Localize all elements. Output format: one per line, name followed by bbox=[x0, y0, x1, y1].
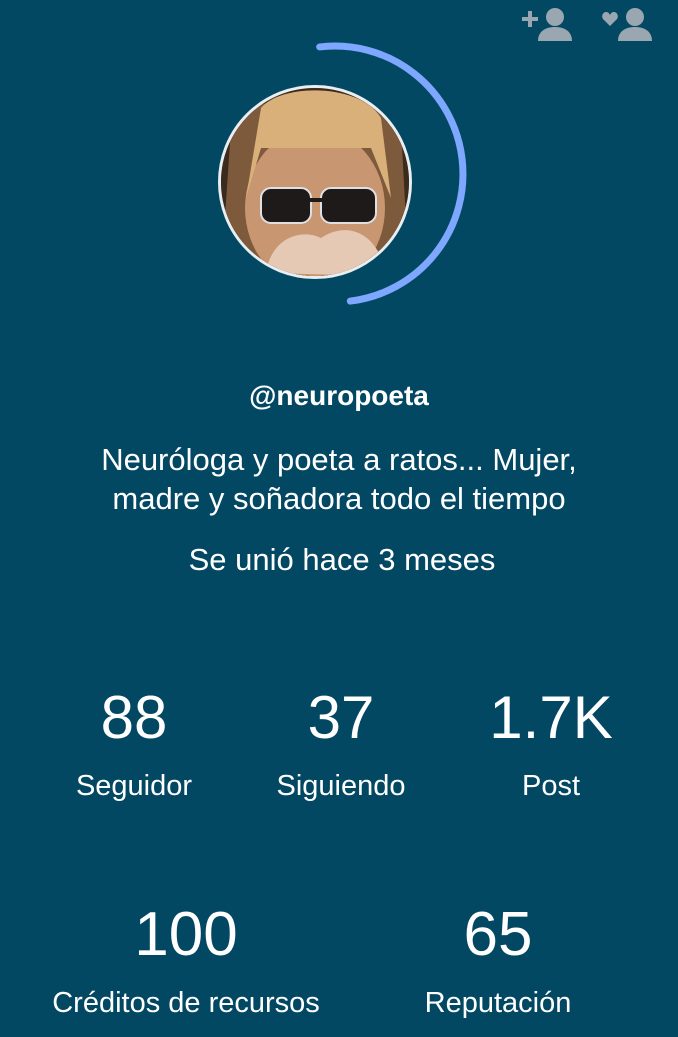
stat-posts[interactable]: 1.7K Post bbox=[456, 686, 646, 803]
bio-line: Neuróloga y poeta a ratos... Mujer, bbox=[101, 442, 577, 477]
add-user-icon bbox=[522, 8, 572, 41]
stat-value: 65 bbox=[463, 900, 533, 969]
follow-button[interactable] bbox=[522, 6, 574, 42]
stat-label: Créditos de recursos bbox=[52, 987, 320, 1019]
stat-label: Seguidor bbox=[75, 770, 193, 802]
join-date: Se unió hace 3 meses bbox=[188, 542, 496, 577]
stat-label: Reputación bbox=[424, 987, 572, 1019]
avatar[interactable] bbox=[218, 85, 412, 279]
bio: Neuróloga y poeta a ratos... Mujer, madr… bbox=[40, 440, 638, 518]
username: @neuropoeta bbox=[249, 380, 429, 411]
stat-label: Siguiendo bbox=[276, 770, 406, 802]
bio-line: madre y soñadora todo el tiempo bbox=[112, 481, 566, 516]
stat-value: 1.7K bbox=[489, 684, 613, 751]
stat-label: Post bbox=[521, 770, 581, 802]
stat-followers[interactable]: 88 Seguidor bbox=[39, 686, 229, 803]
stat-value: 100 bbox=[134, 900, 238, 969]
top-actions bbox=[522, 6, 654, 42]
stat-value: 37 bbox=[307, 684, 375, 751]
stat-resource-credits[interactable]: 100 Créditos de recursos bbox=[30, 903, 342, 1020]
stat-value: 88 bbox=[100, 684, 168, 751]
stat-following[interactable]: 37 Siguiendo bbox=[246, 686, 436, 803]
favorite-user-button[interactable] bbox=[602, 6, 654, 42]
favorite-user-icon bbox=[602, 8, 652, 41]
profile-photo bbox=[221, 88, 409, 276]
avatar-container bbox=[200, 24, 500, 324]
stat-reputation[interactable]: 65 Reputación bbox=[398, 903, 598, 1020]
